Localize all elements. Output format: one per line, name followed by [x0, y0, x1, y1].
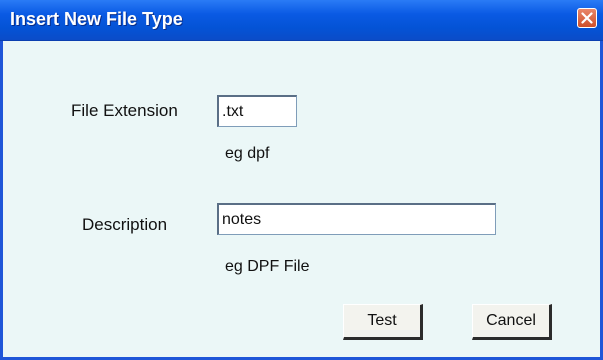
- insert-file-type-dialog: Insert New File Type File Extension eg d…: [0, 0, 603, 360]
- test-button[interactable]: Test: [343, 304, 423, 340]
- dialog-title: Insert New File Type: [10, 9, 183, 29]
- cancel-button[interactable]: Cancel: [472, 304, 552, 340]
- description-label: Description: [82, 215, 168, 234]
- file-extension-label: File Extension: [71, 101, 178, 120]
- close-icon: [581, 12, 593, 24]
- description-input[interactable]: [217, 203, 496, 235]
- close-button[interactable]: [577, 8, 597, 28]
- title-bar[interactable]: Insert New File Type: [0, 0, 603, 41]
- description-hint: eg DPF File: [225, 258, 310, 275]
- file-extension-input[interactable]: [217, 95, 297, 127]
- file-extension-hint: eg dpf: [225, 145, 270, 162]
